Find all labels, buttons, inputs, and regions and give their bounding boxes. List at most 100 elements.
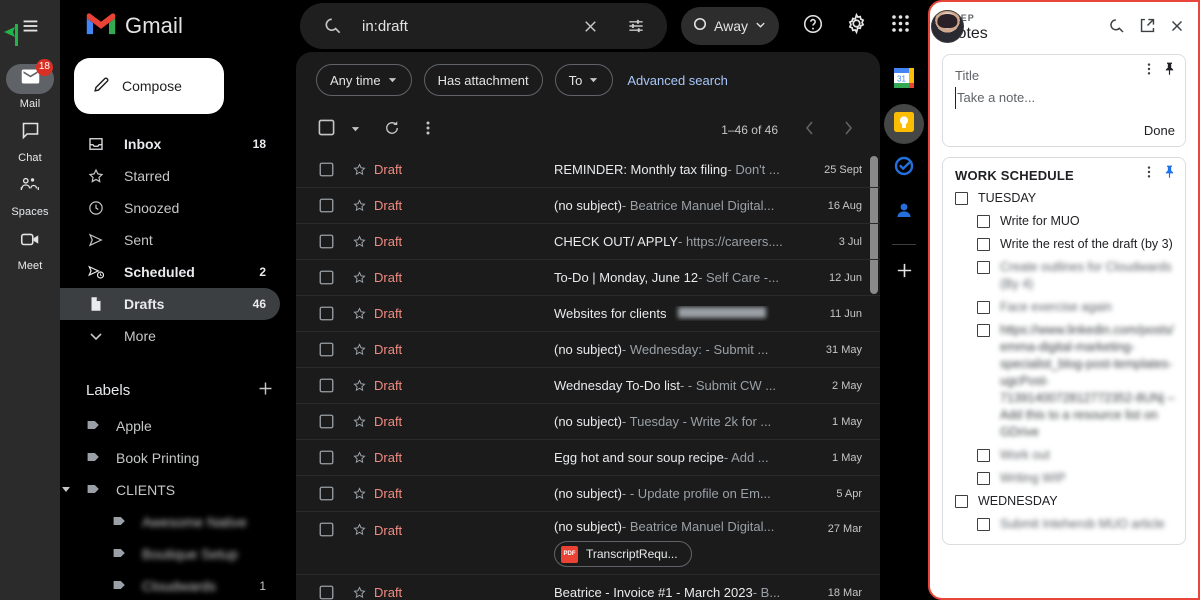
label-item-book-printing[interactable]: Book Printing [60,442,280,474]
mail-pill[interactable]: 18 [6,64,54,94]
table-row[interactable]: Draft REMINDER: Monthly tax filing - Don… [296,152,880,188]
row-star-icon[interactable] [344,270,374,285]
note-check-item[interactable]: WEDNESDAY [955,490,1175,513]
row-star-icon[interactable] [344,450,374,465]
more-options-button[interactable] [410,112,446,148]
sidebar-item-more[interactable]: More [60,320,280,352]
rail-item-mail[interactable]: 18 Mail [0,64,60,110]
get-addons-button[interactable] [884,253,924,293]
addon-google-keep[interactable] [884,104,924,144]
search-options-sliders-icon[interactable] [619,9,653,43]
label-item-sub-2[interactable]: Boutique Setup [60,538,280,570]
search-bar[interactable] [300,3,667,49]
label-item-sub-3[interactable]: Cloudwards 1 [60,570,280,600]
compose-button[interactable]: Compose [74,58,224,114]
addon-google-tasks[interactable] [884,148,924,188]
refresh-button[interactable] [374,112,410,148]
note-check-item[interactable]: Face exercise again [955,296,1175,319]
filter-chip-to[interactable]: To [555,64,614,96]
sidebar-item-starred[interactable]: Starred [60,160,280,192]
table-row[interactable]: Draft (no subject) - Beatrice Manuel Dig… [296,188,880,224]
note-checkbox[interactable] [977,238,990,251]
label-item-clients[interactable]: CLIENTS [60,474,280,506]
row-checkbox[interactable] [308,270,344,285]
row-checkbox[interactable] [308,486,344,501]
row-checkbox[interactable] [308,162,344,177]
row-star-icon[interactable] [344,342,374,357]
sidebar-item-scheduled[interactable]: Scheduled 2 [60,256,280,288]
table-row[interactable]: Draft Wednesday To-Do list - - Submit CW… [296,368,880,404]
table-row[interactable]: Draft (no subject) - - Update profile on… [296,476,880,512]
row-star-icon[interactable] [344,198,374,213]
row-checkbox[interactable] [308,234,344,249]
label-item-sub-1[interactable]: Awesome Native [60,506,280,538]
label-item-apple[interactable]: Apple [60,410,280,442]
prev-page-button[interactable] [792,112,828,148]
mail-list[interactable]: Draft REMINDER: Monthly tax filing - Don… [296,152,880,600]
clear-search-icon[interactable] [573,9,607,43]
row-checkbox[interactable] [308,450,344,465]
row-star-icon[interactable] [344,306,374,321]
note-check-item[interactable]: Writing WIP [955,467,1175,490]
note-check-item[interactable]: https://www.linkedin.com/posts/emma-digi… [955,319,1175,444]
new-note-card[interactable]: Title Take a note... Done [942,54,1186,147]
gmail-brand[interactable]: Gmail [60,11,296,41]
filter-chip-has-attachment[interactable]: Has attachment [424,64,543,96]
sidebar-item-inbox[interactable]: Inbox 18 [60,128,280,160]
pin-icon[interactable] [1162,61,1177,81]
meet-pill[interactable] [6,226,54,256]
note-checkbox[interactable] [977,215,990,228]
note-check-item[interactable]: Create outlines for Cloudwards (By 4) [955,256,1175,296]
row-star-icon[interactable] [344,486,374,501]
note-check-item[interactable]: Work out [955,444,1175,467]
table-row[interactable]: Draft Egg hot and sour soup recipe - Add… [296,440,880,476]
filter-chip-any-time[interactable]: Any time [316,64,412,96]
row-star-icon[interactable] [344,585,374,600]
note-done-button[interactable]: Done [955,123,1175,138]
chat-pill[interactable] [6,118,54,148]
keep-search-button[interactable] [1102,13,1132,43]
spaces-pill[interactable] [6,172,54,202]
note-checkbox[interactable] [977,301,990,314]
select-all-checkbox[interactable] [308,112,344,148]
table-row[interactable]: Draft To-Do | Monday, June 12 - Self Car… [296,260,880,296]
rail-item-chat[interactable]: Chat [0,118,60,164]
note-body-input[interactable]: Take a note... [955,87,1035,109]
note-checkbox[interactable] [977,261,990,274]
note-checkbox[interactable] [955,192,968,205]
row-checkbox[interactable] [308,306,344,321]
row-checkbox[interactable] [308,198,344,213]
settings-button[interactable] [837,6,877,46]
note-check-item[interactable]: Write the rest of the draft (by 3) [955,233,1175,256]
table-row[interactable]: Draft Beatrice - Invoice #1 - March 2023… [296,575,880,600]
next-page-button[interactable] [830,112,866,148]
row-star-icon[interactable] [344,512,374,537]
search-input[interactable] [362,18,561,35]
rail-item-spaces[interactable]: Spaces [0,172,60,218]
table-row[interactable]: Draft (no subject) - Wednesday: - Submit… [296,332,880,368]
row-checkbox[interactable] [308,512,344,537]
row-checkbox[interactable] [308,342,344,357]
row-checkbox[interactable] [308,585,344,600]
table-row[interactable]: Draft Websites for clients 11 Jun [296,296,880,332]
expand-caret-icon[interactable] [60,482,72,498]
more-vertical-icon[interactable] [1142,165,1156,184]
main-menu-button[interactable] [0,0,60,56]
table-row[interactable]: Draft CHECK OUT/ APPLY - https://careers… [296,224,880,260]
row-checkbox[interactable] [308,378,344,393]
table-row[interactable]: Draft (no subject) - Beatrice Manuel Dig… [296,512,880,575]
keep-open-in-new-button[interactable] [1132,13,1162,43]
pin-icon-filled[interactable] [1162,164,1177,184]
row-star-icon[interactable] [344,234,374,249]
note-check-item[interactable]: TUESDAY [955,187,1175,210]
row-star-icon[interactable] [344,162,374,177]
row-star-icon[interactable] [344,414,374,429]
addon-google-contacts[interactable] [884,192,924,232]
note-checkbox[interactable] [977,324,990,337]
advanced-search-link[interactable]: Advanced search [627,73,727,88]
sidebar-item-drafts[interactable]: Drafts 46 [60,288,280,320]
table-row[interactable]: Draft (no subject) - Tuesday - Write 2k … [296,404,880,440]
addon-google-calendar[interactable]: 31 [884,60,924,100]
google-apps-button[interactable] [881,6,921,46]
rail-item-meet[interactable]: Meet [0,226,60,272]
